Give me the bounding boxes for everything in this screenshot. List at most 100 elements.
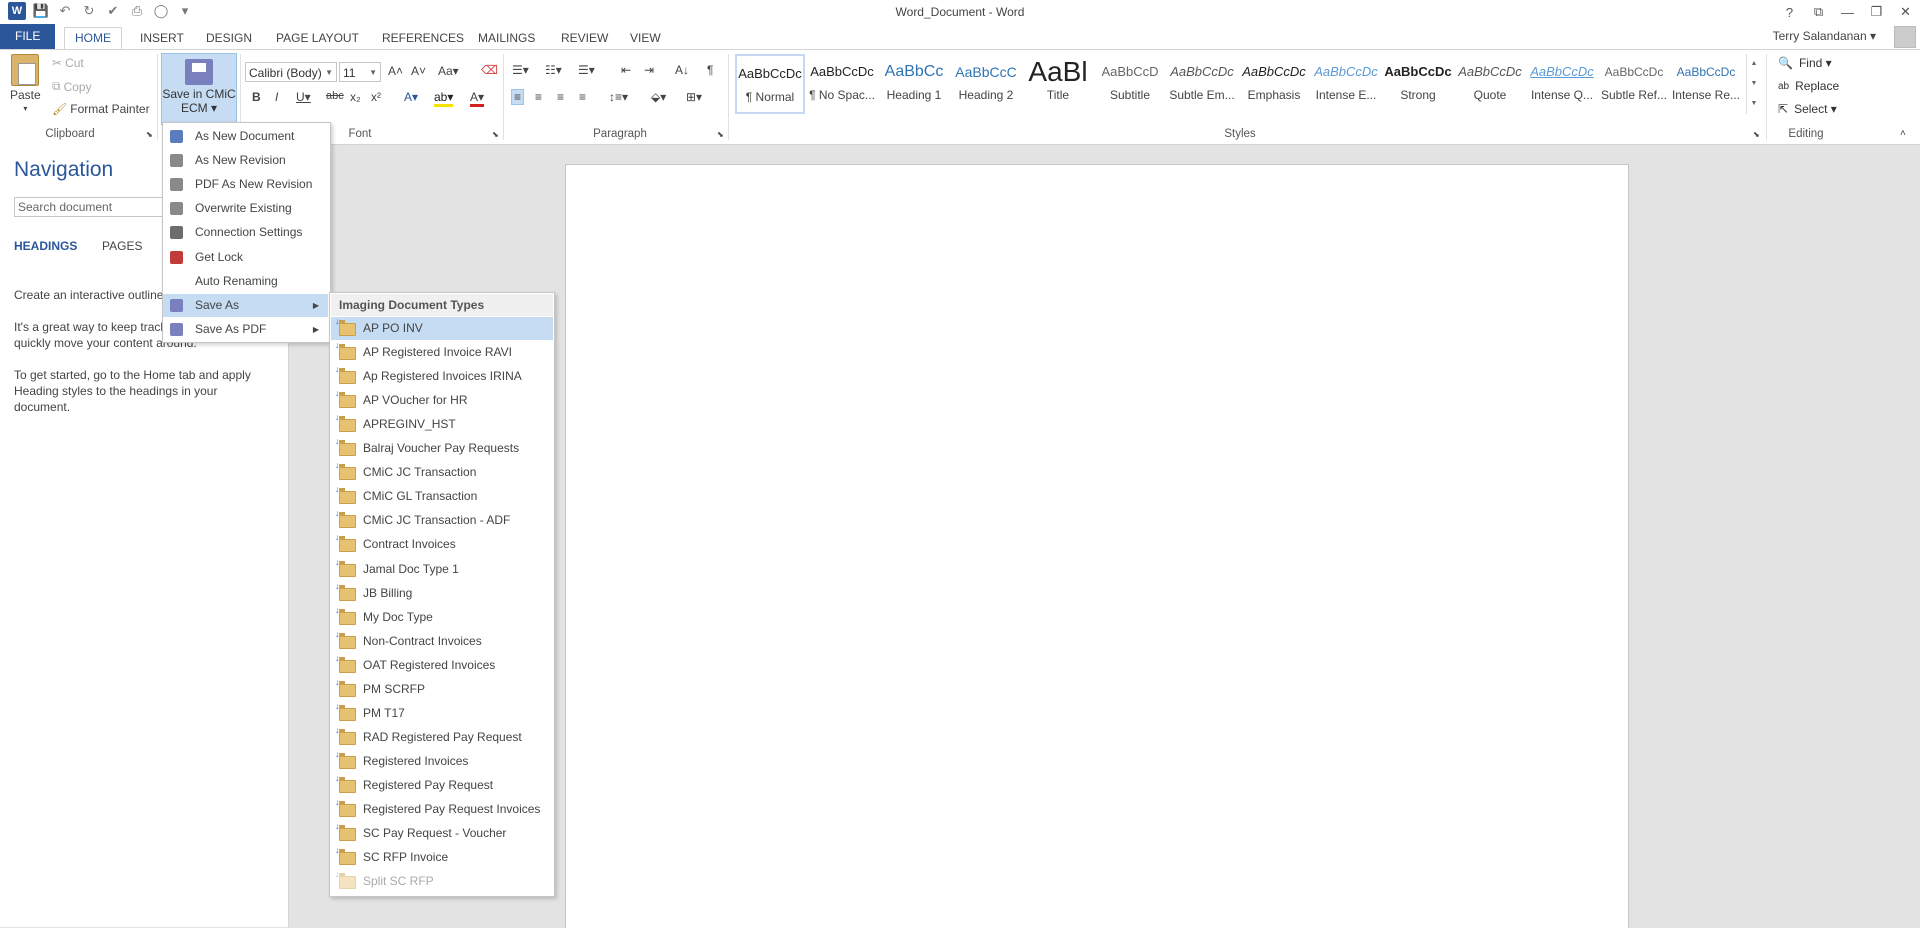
doc-type-item[interactable]: PM SCRFP (331, 677, 553, 701)
subscript-icon[interactable]: x₂ (350, 90, 361, 104)
paste-button[interactable]: Paste ▾ (10, 54, 41, 113)
underline-icon[interactable]: U▾ (296, 90, 311, 104)
style-normal[interactable]: AaBbCcDc ¶ Normal (735, 54, 805, 114)
doc-type-item[interactable]: Registered Pay Request (331, 773, 553, 797)
strikethrough-icon[interactable]: abc (326, 90, 344, 102)
justify-icon[interactable]: ≡ (579, 90, 586, 104)
doc-type-item[interactable]: CMiC JC Transaction (331, 460, 553, 484)
highlight-icon[interactable]: ab▾ (434, 90, 454, 107)
style-subtle-emphasis[interactable]: AaBbCcDc Subtle Em... (1167, 54, 1237, 114)
tab-view[interactable]: VIEW (620, 28, 671, 48)
borders-icon[interactable]: ⊞▾ (686, 90, 702, 104)
change-case-icon[interactable]: Aa▾ (438, 64, 459, 78)
select-button[interactable]: ⇱ Select ▾ (1778, 102, 1837, 116)
doc-type-item[interactable]: Non-Contract Invoices (331, 629, 553, 653)
doc-type-item[interactable]: My Doc Type (331, 605, 553, 629)
style-intense-emphasis[interactable]: AaBbCcDc Intense E... (1311, 54, 1381, 114)
collapse-ribbon-icon[interactable]: ˄ (1900, 128, 1906, 139)
tab-mailings[interactable]: MAILINGS (468, 28, 545, 48)
sort-icon[interactable]: A↓ (675, 63, 689, 77)
doc-type-item[interactable]: Registered Pay Request Invoices (331, 797, 553, 821)
shading-icon[interactable]: ⬙▾ (651, 90, 666, 104)
style-emphasis[interactable]: AaBbCcDc Emphasis (1239, 54, 1309, 114)
save-in-cmic-ecm-button[interactable]: Save in CMiC ECM ▾ (161, 53, 237, 125)
style-no-spacing[interactable]: AaBbCcDc ¶ No Spac... (807, 54, 877, 114)
document-page[interactable] (565, 164, 1629, 928)
dialog-launcher-icon[interactable]: ⬊ (146, 130, 153, 139)
doc-type-item[interactable]: CMiC JC Transaction - ADF (331, 508, 553, 532)
help-icon[interactable]: ? (1775, 0, 1804, 24)
tab-review[interactable]: REVIEW (551, 28, 618, 48)
bold-icon[interactable]: B (252, 90, 261, 104)
decrease-indent-icon[interactable]: ⇤ (621, 63, 631, 77)
align-right-icon[interactable]: ≡ (557, 90, 564, 104)
numbering-icon[interactable]: ☷▾ (545, 63, 562, 77)
nav-tab-headings[interactable]: HEADINGS (14, 239, 77, 253)
shrink-font-icon[interactable]: A˅ (411, 64, 426, 78)
doc-type-item[interactable]: Jamal Doc Type 1 (331, 557, 553, 581)
doc-type-item[interactable]: Split SC RFP (331, 869, 553, 893)
italic-icon[interactable]: I (275, 90, 278, 104)
ribbon-display-options-icon[interactable]: ⧉ (1804, 0, 1833, 24)
doc-type-item[interactable]: RAD Registered Pay Request (331, 725, 553, 749)
font-family-combo[interactable]: Calibri (Body) ▼ (245, 62, 337, 82)
superscript-icon[interactable]: x² (371, 90, 381, 104)
dialog-launcher-icon[interactable]: ⬊ (717, 130, 724, 139)
doc-type-item[interactable]: AP VOucher for HR (331, 388, 553, 412)
nav-tab-pages[interactable]: PAGES (102, 239, 142, 253)
menu-item-connection-settings[interactable]: Connection Settings (163, 221, 328, 244)
chevron-up-icon[interactable]: ▲ (1747, 54, 1761, 74)
dialog-launcher-icon[interactable]: ⬊ (1753, 130, 1760, 139)
tab-page-layout[interactable]: PAGE LAYOUT (266, 28, 369, 48)
menu-item-get-lock[interactable]: Get Lock (163, 246, 328, 269)
close-icon[interactable]: ✕ (1891, 0, 1920, 24)
align-center-icon[interactable]: ≡ (535, 90, 542, 104)
doc-type-item[interactable]: JB Billing (331, 581, 553, 605)
style-strong[interactable]: AaBbCcDc Strong (1383, 54, 1453, 114)
format-painter-button[interactable]: 🖌 Format Painter (52, 102, 150, 116)
tab-references[interactable]: REFERENCES (372, 28, 474, 48)
align-left-icon[interactable]: ≡ (511, 89, 525, 105)
minimize-icon[interactable]: — (1833, 0, 1862, 24)
doc-type-item[interactable]: Registered Invoices (331, 749, 553, 773)
menu-item-as-new-revision[interactable]: As New Revision (163, 149, 328, 172)
style-subtle-reference[interactable]: AaBbCcDc Subtle Ref... (1599, 54, 1669, 114)
menu-item-pdf-as-new-revision[interactable]: PDF As New Revision (163, 173, 328, 196)
doc-type-item[interactable]: Balraj Voucher Pay Requests (331, 436, 553, 460)
doc-type-item[interactable]: APREGINV_HST (331, 412, 553, 436)
doc-type-item[interactable]: AP Registered Invoice RAVI (331, 340, 553, 364)
gallery-more-icon[interactable]: ▼ (1747, 94, 1761, 114)
copy-button[interactable]: ⧉ Copy (52, 79, 92, 94)
show-formatting-icon[interactable]: ¶ (707, 63, 713, 77)
style-heading-1[interactable]: AaBbCc Heading 1 (879, 54, 949, 114)
multilevel-list-icon[interactable]: ☰▾ (578, 63, 595, 77)
styles-gallery-scroll[interactable]: ▲ ▼ ▼ (1746, 54, 1761, 114)
menu-item-save-as-pdf[interactable]: Save As PDF ▶ (163, 318, 328, 341)
doc-type-item[interactable]: Contract Invoices (331, 532, 553, 556)
avatar[interactable] (1894, 26, 1916, 48)
bullets-icon[interactable]: ☰▾ (512, 63, 529, 77)
text-effects-icon[interactable]: A▾ (404, 90, 418, 104)
user-name[interactable]: Terry Salandanan ▾ (1773, 29, 1876, 43)
style-intense-reference[interactable]: AaBbCcDc Intense Re... (1671, 54, 1741, 114)
style-subtitle[interactable]: AaBbCcD Subtitle (1095, 54, 1165, 114)
clear-formatting-icon[interactable]: ⌫ (481, 63, 498, 77)
tab-file[interactable]: FILE (0, 24, 56, 49)
style-title[interactable]: AaBl Title (1023, 54, 1093, 114)
menu-item-auto-renaming[interactable]: Auto Renaming (163, 270, 328, 293)
chevron-down-icon[interactable]: ▼ (1747, 74, 1761, 94)
tab-home[interactable]: HOME (64, 27, 122, 50)
cut-button[interactable]: ✂ Cut (52, 56, 84, 70)
search-document-input[interactable]: Search document (14, 197, 164, 217)
doc-type-item[interactable]: CMiC GL Transaction (331, 484, 553, 508)
increase-indent-icon[interactable]: ⇥ (644, 63, 654, 77)
find-button[interactable]: 🔍 Find ▾ (1778, 56, 1832, 70)
restore-icon[interactable]: ❐ (1862, 0, 1891, 24)
line-spacing-icon[interactable]: ↕≡▾ (609, 90, 628, 104)
doc-type-item[interactable]: SC RFP Invoice (331, 845, 553, 869)
menu-item-overwrite-existing[interactable]: Overwrite Existing (163, 197, 328, 220)
replace-button[interactable]: ab Replace (1778, 79, 1839, 93)
font-size-combo[interactable]: 11 ▼ (339, 62, 381, 82)
doc-type-item[interactable]: SC Pay Request - Voucher (331, 821, 553, 845)
style-heading-2[interactable]: AaBbCcC Heading 2 (951, 54, 1021, 114)
